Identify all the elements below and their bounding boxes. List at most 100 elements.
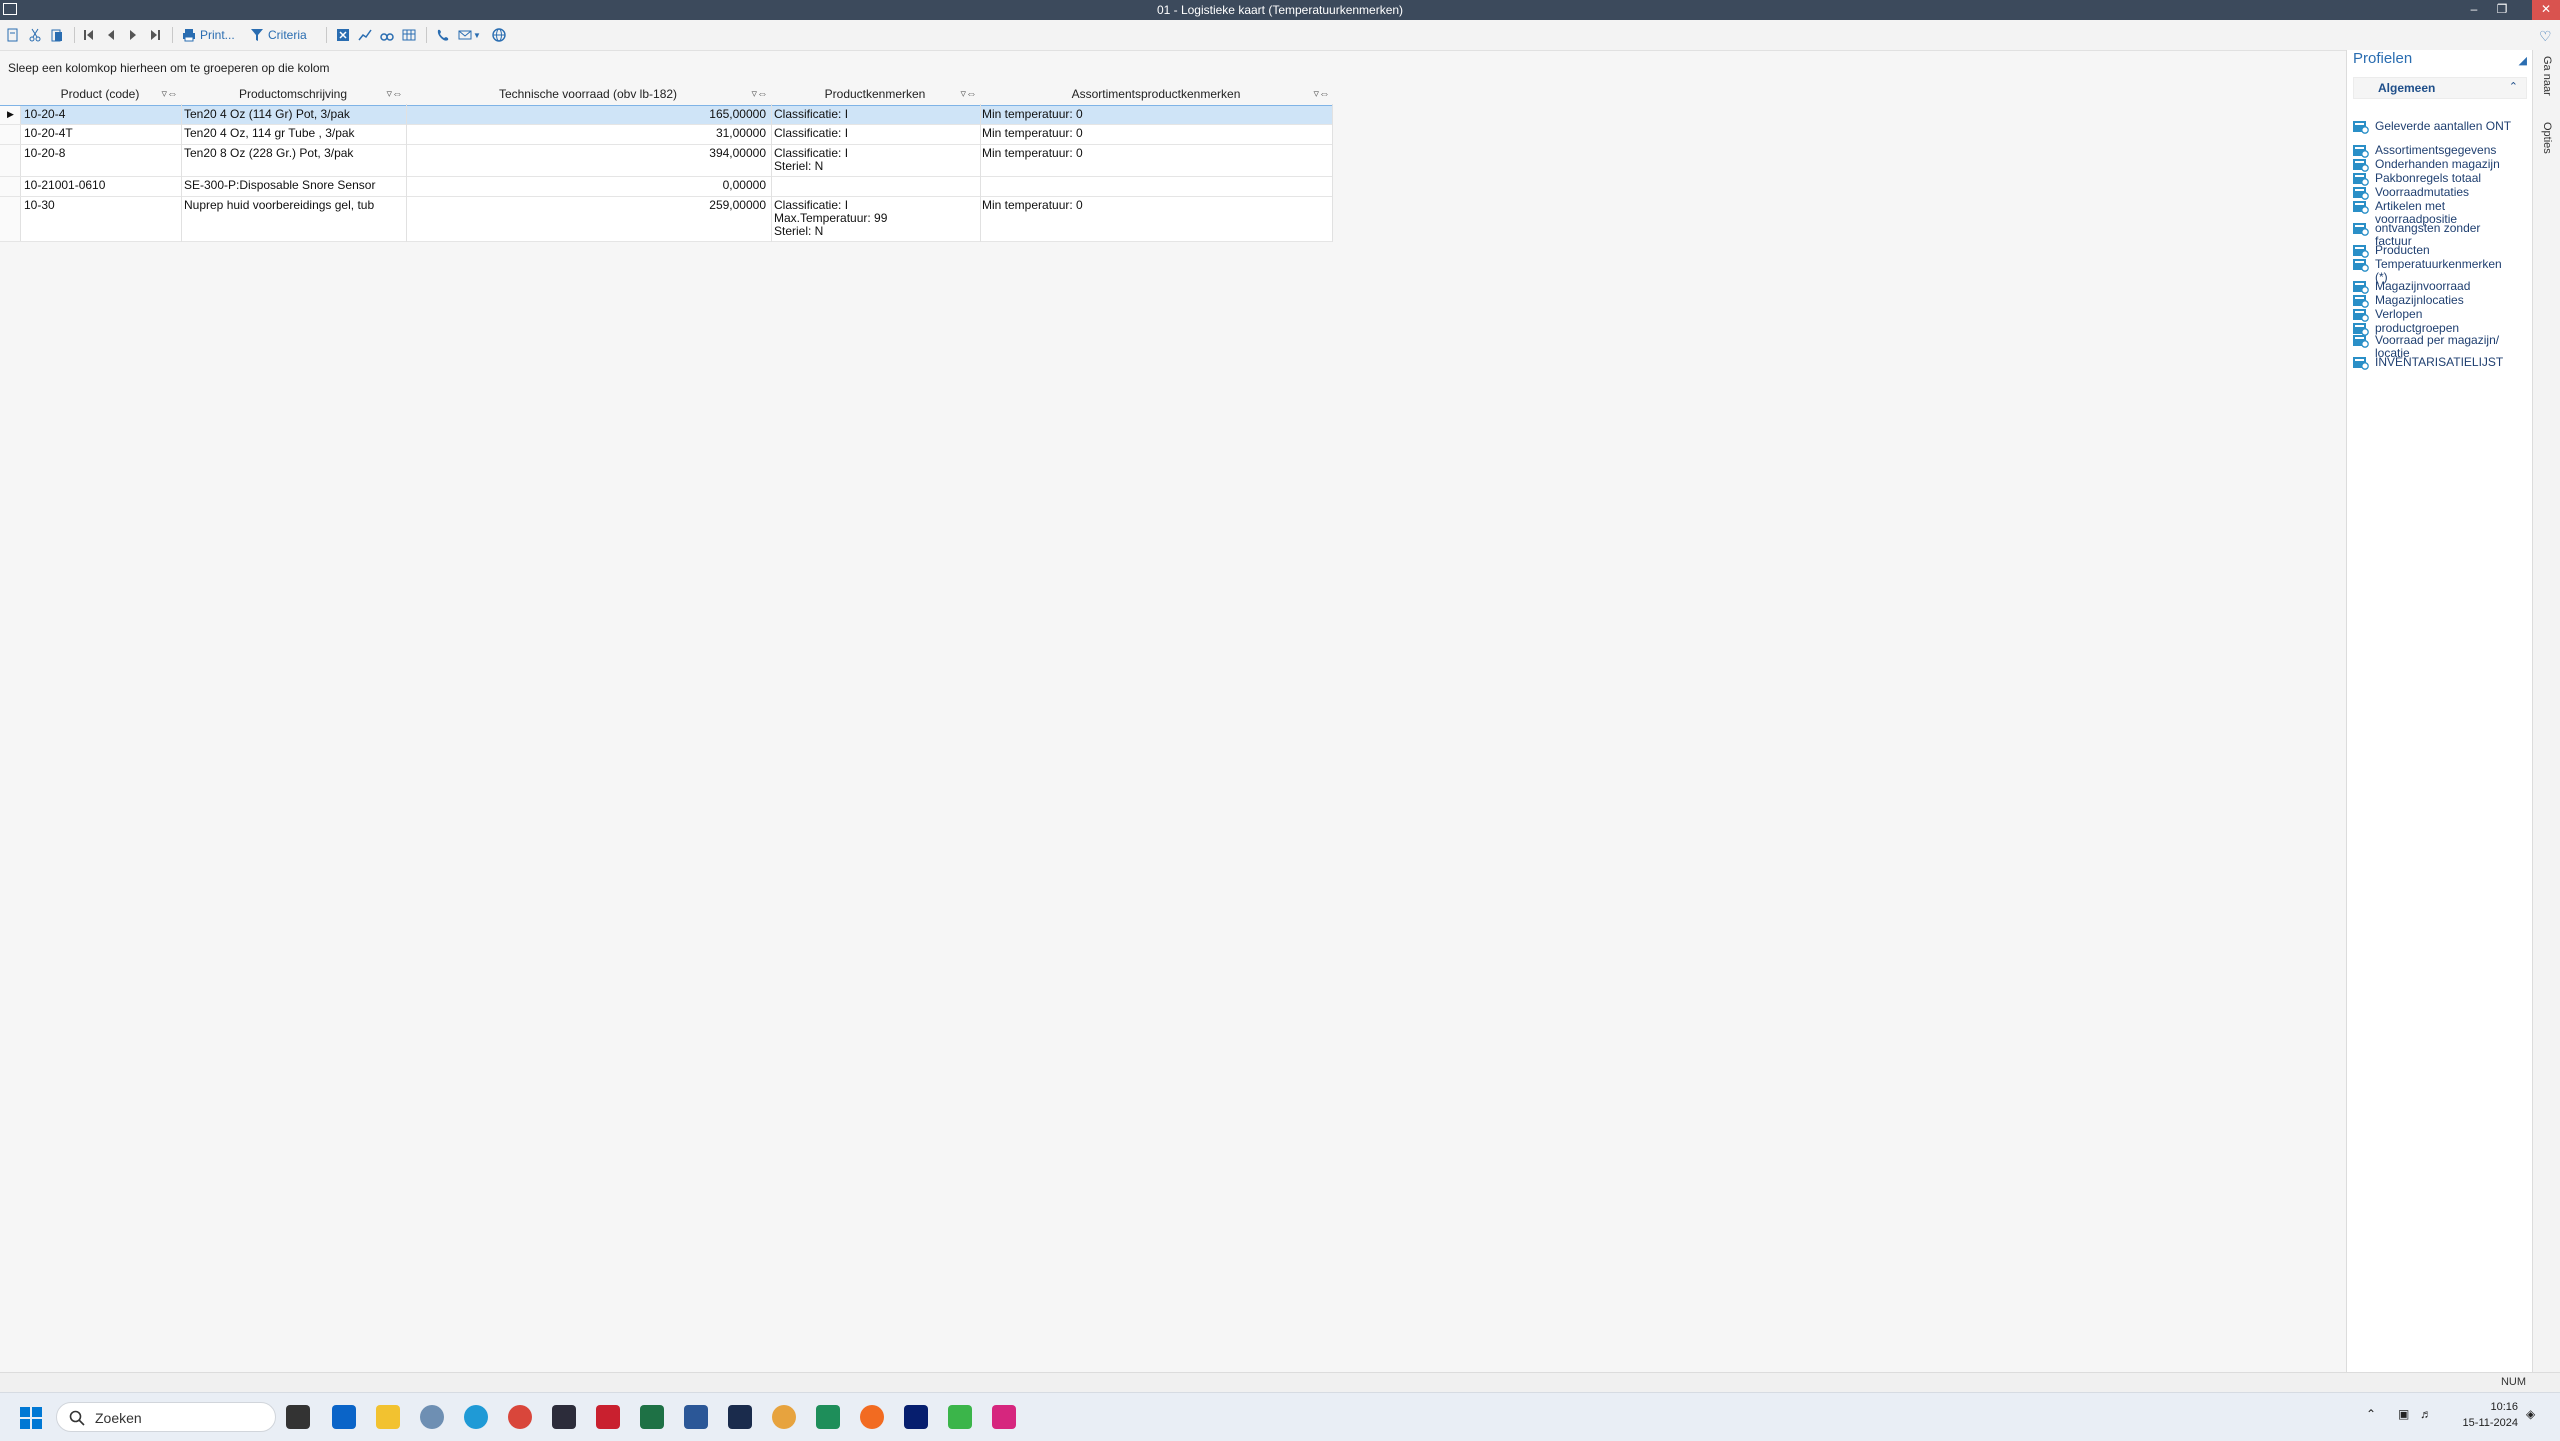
row-indicator[interactable] xyxy=(0,177,21,196)
filter-icon[interactable]: ▿⇔ xyxy=(161,84,178,104)
table-row[interactable]: 10-21001-0610 SE-300-P:Disposable Snore … xyxy=(0,177,1332,197)
cell-assortment: Min temperatuur: 0 xyxy=(982,146,1083,160)
new-icon[interactable] xyxy=(6,26,20,44)
profile-item[interactable]: Producten xyxy=(2353,244,2529,258)
report-icon xyxy=(2353,281,2369,294)
row-indicator[interactable] xyxy=(0,125,21,144)
minimize-button[interactable]: – xyxy=(2460,0,2488,20)
profile-item[interactable]: Voorraadmutaties xyxy=(2353,186,2529,200)
phone-icon[interactable] xyxy=(436,26,450,44)
profiles-group-header[interactable]: Algemeen ⌃ xyxy=(2353,77,2527,99)
cell-code: 10-20-4T xyxy=(24,126,73,140)
browser-icon[interactable] xyxy=(420,1405,444,1429)
table-row[interactable]: 10-20-4T Ten20 4 Oz, 114 gr Tube , 3/pak… xyxy=(0,125,1332,145)
column-header-stock[interactable]: Technische voorraad (obv lb-182) ▿⇔ xyxy=(406,84,770,104)
word-icon[interactable] xyxy=(684,1405,708,1429)
filter-icon[interactable]: ▿⇔ xyxy=(1313,84,1330,104)
app-icon[interactable] xyxy=(552,1405,576,1429)
paste-icon[interactable] xyxy=(50,26,64,44)
cell-description: Ten20 4 Oz (114 Gr) Pot, 3/pak xyxy=(184,107,350,121)
cloud-icon[interactable] xyxy=(860,1405,884,1429)
report-icon xyxy=(2353,223,2369,236)
criteria-button[interactable]: Criteria xyxy=(250,26,307,44)
report-icon xyxy=(2353,201,2369,214)
cell-assortment: Min temperatuur: 0 xyxy=(982,198,1083,212)
previous-record-icon[interactable] xyxy=(104,26,118,44)
table-row[interactable]: ▶ 10-20-4 Ten20 4 Oz (114 Gr) Pot, 3/pak… xyxy=(0,105,1333,126)
table-row[interactable]: 10-30 Nuprep huid voorbereidings gel, tu… xyxy=(0,197,1332,242)
notification-icon[interactable]: ◈ xyxy=(2526,1407,2535,1421)
excel-icon[interactable] xyxy=(640,1405,664,1429)
search-tool-icon[interactable] xyxy=(772,1405,796,1429)
arrow-app-icon[interactable] xyxy=(816,1405,840,1429)
table-row[interactable]: 10-20-8 Ten20 8 Oz (228 Gr.) Pot, 3/pak … xyxy=(0,145,1332,177)
column-header-code[interactable]: Product (code) ▿⇔ xyxy=(20,84,180,104)
cell-stock: 394,00000 xyxy=(709,146,766,160)
profiles-panel: Profielen ◢ Algemeen ⌃ Geleverde aantall… xyxy=(2346,50,2533,1372)
cut-icon[interactable] xyxy=(28,26,42,44)
clock[interactable]: 10:16 15-11-2024 xyxy=(2463,1399,2518,1431)
gls-icon[interactable] xyxy=(904,1405,928,1429)
tab-options[interactable]: Opties xyxy=(2541,122,2553,154)
teamviewer-icon[interactable] xyxy=(728,1405,752,1429)
printer-icon xyxy=(183,29,195,42)
profile-item[interactable]: INVENTARISATIELIJST xyxy=(2353,356,2529,370)
binoculars-icon[interactable] xyxy=(380,26,394,44)
profile-item[interactable]: Geleverde aantallen ONT xyxy=(2353,120,2529,134)
report-icon xyxy=(2353,145,2369,158)
last-record-icon[interactable] xyxy=(148,26,162,44)
volume-icon[interactable]: ♬ xyxy=(2420,1407,2432,1421)
cell-stock: 0,00000 xyxy=(722,178,766,192)
first-record-icon[interactable] xyxy=(82,26,96,44)
group-panel-hint[interactable]: Sleep een kolomkop hierheen om te groepe… xyxy=(8,61,330,75)
mail-icon[interactable]: ▼ xyxy=(458,26,481,44)
pink-app-icon[interactable] xyxy=(992,1405,1016,1429)
globe-icon[interactable] xyxy=(492,26,506,44)
profile-item[interactable]: Magazijnvoorraad xyxy=(2353,280,2529,294)
network-icon[interactable]: ▣ xyxy=(2398,1407,2409,1421)
next-record-icon[interactable] xyxy=(126,26,140,44)
filter-icon[interactable]: ▿⇔ xyxy=(960,84,977,104)
task-view-icon[interactable] xyxy=(286,1405,310,1429)
column-header-description[interactable]: Productomschrijving ▿⇔ xyxy=(181,84,405,104)
table-icon[interactable] xyxy=(402,26,416,44)
report-icon xyxy=(2353,121,2369,134)
chrome-icon[interactable] xyxy=(508,1405,532,1429)
outlook-icon[interactable] xyxy=(332,1405,356,1429)
tray-chevron-icon[interactable]: ⌃ xyxy=(2366,1407,2376,1421)
chart-icon[interactable] xyxy=(358,26,372,44)
row-indicator[interactable] xyxy=(0,197,21,241)
windows-start-icon[interactable] xyxy=(20,1407,42,1429)
profile-item[interactable]: Magazijnlocaties xyxy=(2353,294,2529,308)
row-indicator[interactable] xyxy=(0,145,21,176)
edge-icon[interactable] xyxy=(464,1405,488,1429)
file-explorer-icon[interactable] xyxy=(376,1405,400,1429)
collapse-icon[interactable]: ⌃ xyxy=(2509,80,2518,93)
row-indicator[interactable]: ▶ xyxy=(0,106,21,124)
favorite-icon[interactable]: ♡ xyxy=(2539,28,2552,45)
filter-icon[interactable]: ▿⇔ xyxy=(751,84,768,104)
close-button[interactable]: ✕ xyxy=(2532,0,2560,20)
report-icon xyxy=(2353,259,2369,272)
profile-item[interactable]: Verlopen xyxy=(2353,308,2529,322)
cell-characteristics: Classificatie: I xyxy=(774,126,849,140)
acrobat-icon[interactable] xyxy=(596,1405,620,1429)
excel-export-icon[interactable] xyxy=(336,26,350,44)
profile-item[interactable]: Onderhanden magazijn xyxy=(2353,158,2529,172)
taskbar-search[interactable]: Zoeken xyxy=(56,1402,276,1432)
column-header-characteristics[interactable]: Productkenmerken ▿⇔ xyxy=(771,84,979,104)
profile-item[interactable]: Assortimentsgegevens xyxy=(2353,144,2529,158)
tab-goto[interactable]: Ga naar xyxy=(2541,56,2553,96)
profile-item[interactable]: Pakbonregels totaal xyxy=(2353,172,2529,186)
taskbar: Zoeken ⌃ ▣ ♬ 10:16 15-11-2024 ◈ xyxy=(0,1392,2560,1441)
restore-button[interactable]: ❐ xyxy=(2488,0,2516,20)
report-icon xyxy=(2353,295,2369,308)
filter-icon[interactable]: ▿⇔ xyxy=(386,84,403,104)
cell-code: 10-20-8 xyxy=(24,146,66,160)
column-header-assortment[interactable]: Assortimentsproductkenmerken ▿⇔ xyxy=(980,84,1332,104)
green-app-icon[interactable] xyxy=(948,1405,972,1429)
report-icon xyxy=(2353,159,2369,172)
cell-stock: 165,00000 xyxy=(709,107,766,121)
print-button[interactable]: Print... xyxy=(182,26,235,44)
pin-icon[interactable]: ◢ xyxy=(2519,54,2527,67)
